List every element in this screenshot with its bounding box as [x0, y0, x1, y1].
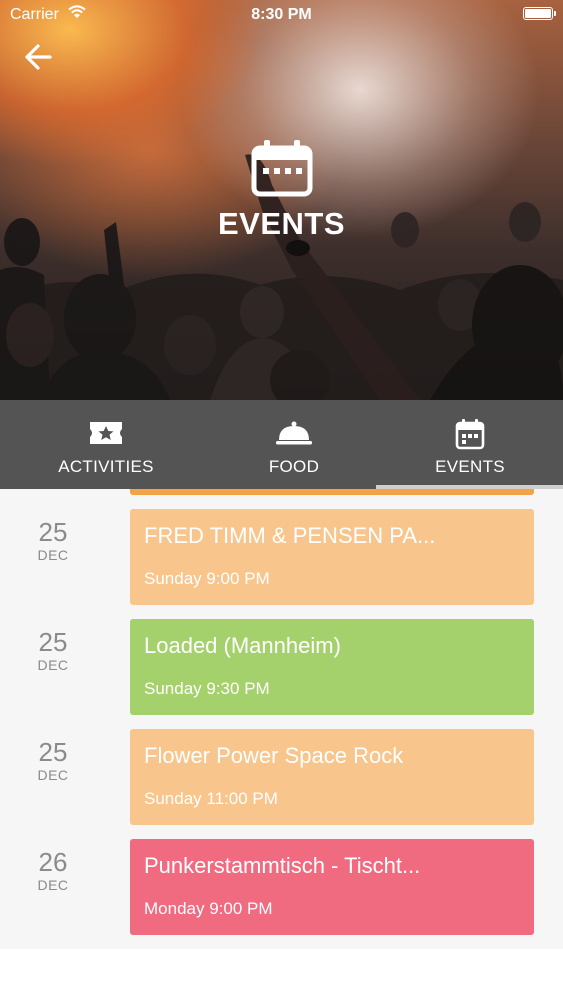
- event-date: 25 DEC: [20, 627, 86, 673]
- crowd-image: [0, 154, 563, 400]
- event-month: DEC: [37, 657, 69, 673]
- event-day: 25: [38, 517, 68, 547]
- event-card[interactable]: FRED TIMM & PENSEN PA... Sunday 9:00 PM: [130, 509, 534, 605]
- event-month: DEC: [37, 767, 69, 783]
- event-time: Sunday 9:30 PM: [144, 679, 270, 698]
- status-bar: Carrier 8:30 PM: [0, 0, 563, 30]
- event-card[interactable]: Flower Power Space Rock Sunday 11:00 PM: [130, 729, 534, 825]
- event-month: DEC: [37, 877, 69, 893]
- event-title: FRED TIMM & PENSEN PA...: [144, 523, 436, 548]
- calendar-icon: [455, 419, 485, 450]
- event-day: 26: [38, 847, 68, 877]
- tab-label-activities: ACTIVITIES: [58, 457, 154, 476]
- food-cloche-icon: [276, 421, 312, 445]
- previous-event-card-edge[interactable]: [130, 489, 534, 495]
- event-month: DEC: [37, 547, 69, 563]
- event-title: Loaded (Mannheim): [144, 633, 341, 658]
- tab-events[interactable]: EVENTS: [376, 400, 563, 489]
- status-time: 8:30 PM: [251, 6, 312, 23]
- tab-activities[interactable]: ACTIVITIES: [12, 400, 200, 489]
- event-date: 26 DEC: [20, 847, 86, 893]
- event-time: Sunday 9:00 PM: [144, 569, 270, 588]
- event-title: Punkerstammtisch - Tischt...: [144, 853, 421, 878]
- event-date: 25 DEC: [20, 737, 86, 783]
- event-day: 25: [38, 737, 68, 767]
- event-date: 25 DEC: [20, 517, 86, 563]
- hero-banner: Carrier 8:30 PM EVENTS: [0, 0, 563, 400]
- list-item: 26 DEC Punkerstammtisch - Tischt... Mond…: [0, 839, 563, 935]
- tab-bar: ACTIVITIES FOOD EVENTS: [0, 400, 563, 489]
- list-item: 25 DEC Flower Power Space Rock Sunday 11…: [0, 729, 563, 825]
- page-title: EVENTS: [217, 206, 346, 241]
- list-item: 25 DEC Loaded (Mannheim) Sunday 9:30 PM: [0, 619, 563, 715]
- event-day: 25: [38, 627, 68, 657]
- calendar-icon: [251, 140, 313, 197]
- list-item: 25 DEC FRED TIMM & PENSEN PA... Sunday 9…: [0, 509, 563, 605]
- ticket-star-icon: [90, 422, 122, 444]
- arrow-left-icon: [25, 44, 52, 70]
- event-time: Monday 9:00 PM: [144, 899, 273, 918]
- tab-label-events: EVENTS: [435, 457, 505, 476]
- event-title: Flower Power Space Rock: [144, 743, 404, 768]
- battery-icon: [523, 7, 556, 20]
- event-list[interactable]: 25 DEC FRED TIMM & PENSEN PA... Sunday 9…: [0, 489, 563, 949]
- list-footer: [0, 949, 563, 1000]
- event-card[interactable]: Punkerstammtisch - Tischt... Monday 9:00…: [130, 839, 534, 935]
- event-time: Sunday 11:00 PM: [144, 789, 278, 808]
- tab-food[interactable]: FOOD: [200, 400, 388, 489]
- event-card[interactable]: Loaded (Mannheim) Sunday 9:30 PM: [130, 619, 534, 715]
- back-button[interactable]: [22, 40, 56, 74]
- tab-label-food: FOOD: [268, 457, 320, 476]
